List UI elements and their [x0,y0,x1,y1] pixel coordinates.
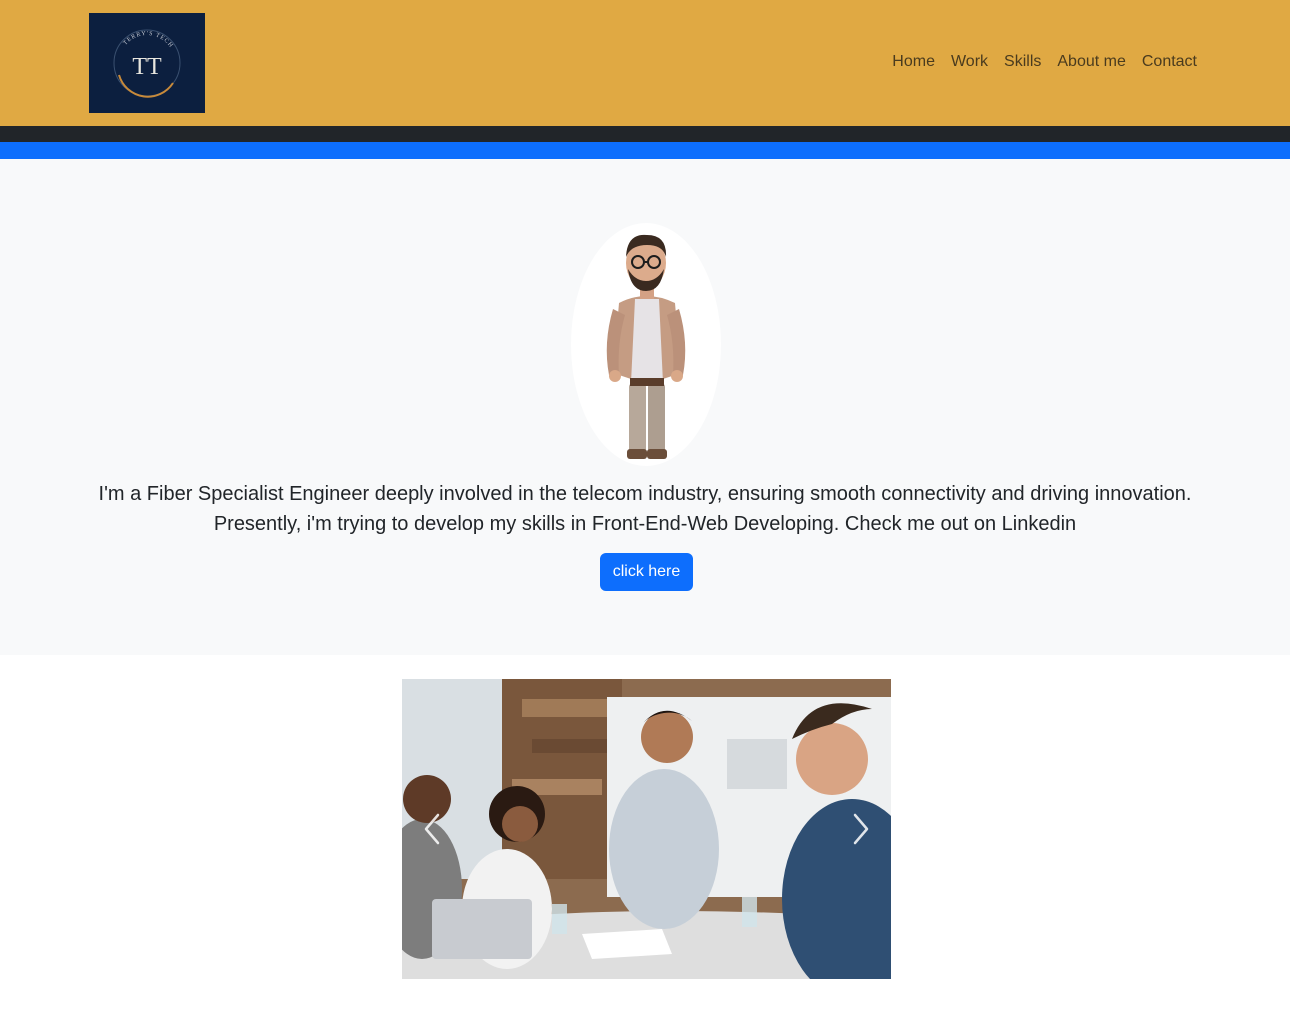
person-avatar-illustration [571,223,721,466]
chevron-right-icon [853,813,869,845]
nav-home[interactable]: Home [892,51,935,73]
site-header: TERRY'S TECH TT Home Work Skills About m… [0,0,1290,126]
logo-graphic: TERRY'S TECH TT [113,29,181,98]
main-nav: Home Work Skills About me Contact [892,51,1197,73]
carousel-photo-team-meeting [402,679,891,979]
logo-ring-text: TERRY'S TECH [122,31,174,49]
logo-monogram: TT [132,54,162,80]
bio-text: I'm a Fiber Specialist Engineer deeply i… [0,479,1290,539]
bio-line-2: Presently, i'm trying to develop my skil… [213,513,1077,535]
blue-divider-bar [0,142,1290,159]
nav-contact[interactable]: Contact [1142,51,1197,73]
image-carousel [402,679,891,979]
site-logo[interactable]: TERRY'S TECH TT [89,13,205,113]
linkedin-button[interactable]: click here [600,553,693,591]
nav-skills[interactable]: Skills [1004,51,1041,73]
dark-divider-bar [0,126,1290,142]
bio-line-1: I'm a Fiber Specialist Engineer deeply i… [98,483,1192,505]
chevron-left-icon [424,813,440,845]
avatar-figure [606,234,686,459]
carousel-prev-button[interactable] [402,679,462,979]
hero-section: I'm a Fiber Specialist Engineer deeply i… [0,159,1290,655]
carousel-next-button[interactable] [831,679,891,979]
nav-work[interactable]: Work [951,51,988,73]
nav-about-me[interactable]: About me [1057,51,1125,73]
